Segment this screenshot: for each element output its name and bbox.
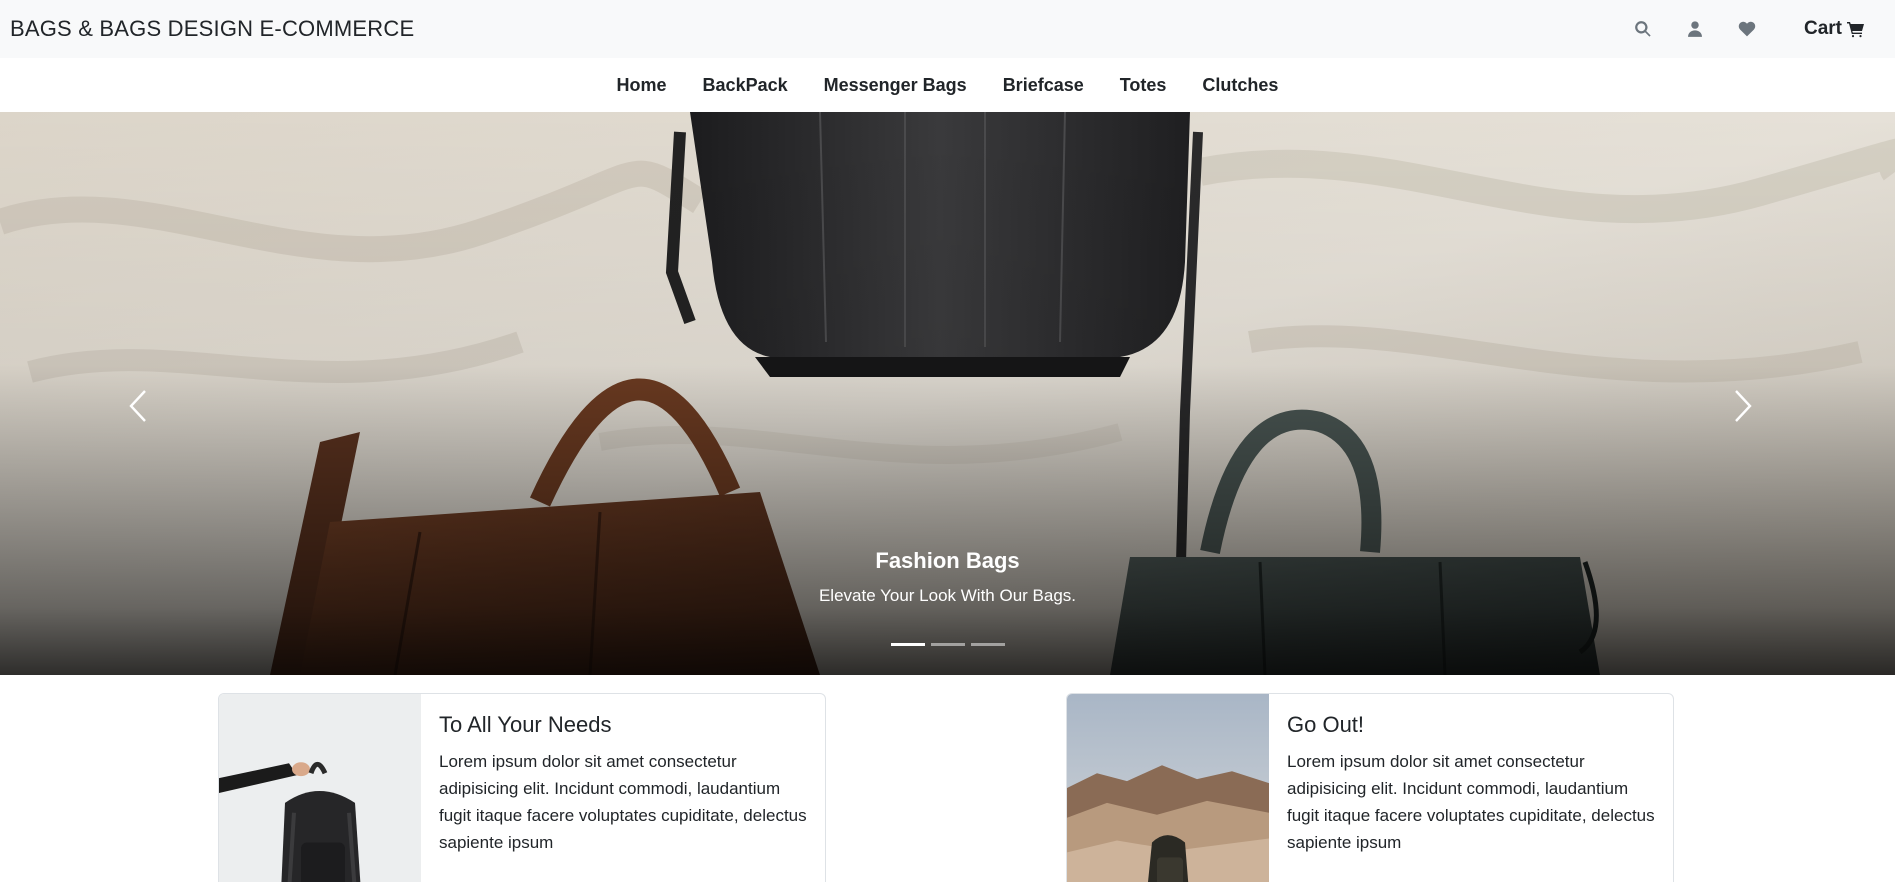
feature-card: To All Your Needs Lorem ipsum dolor sit … bbox=[218, 693, 826, 882]
nav-item-home[interactable]: Home bbox=[617, 75, 667, 96]
card-body: To All Your Needs Lorem ipsum dolor sit … bbox=[421, 694, 825, 882]
cart-icon bbox=[1847, 22, 1864, 38]
carousel-indicators bbox=[0, 643, 1895, 646]
heart-icon[interactable] bbox=[1736, 18, 1758, 40]
brand-logo[interactable]: BAGS & BAGS DESIGN E-COMMERCE bbox=[10, 16, 414, 42]
carousel-indicator-1[interactable] bbox=[890, 643, 925, 646]
cart-button[interactable]: Cart bbox=[1804, 18, 1865, 40]
card-title: To All Your Needs bbox=[439, 712, 612, 737]
user-icon[interactable] bbox=[1684, 18, 1706, 40]
carousel-prev-button[interactable] bbox=[118, 378, 158, 434]
feature-cards: To All Your Needs Lorem ipsum dolor sit … bbox=[0, 675, 1895, 882]
search-icon[interactable] bbox=[1632, 18, 1654, 40]
feature-card: Go Out! Lorem ipsum dolor sit amet conse… bbox=[1066, 693, 1674, 882]
chevron-right-icon bbox=[1735, 390, 1752, 422]
nav-item-clutches[interactable]: Clutches bbox=[1202, 75, 1278, 96]
carousel-caption: Fashion Bags Elevate Your Look With Our … bbox=[0, 548, 1895, 606]
header-actions: Cart bbox=[1632, 18, 1885, 40]
carousel-title: Fashion Bags bbox=[875, 548, 1020, 573]
nav-item-totes[interactable]: Totes bbox=[1120, 75, 1167, 96]
card-text: Lorem ipsum dolor sit amet consectetur a… bbox=[1287, 752, 1655, 852]
nav-item-messenger-bags[interactable]: Messenger Bags bbox=[824, 75, 967, 96]
hero-carousel: Fashion Bags Elevate Your Look With Our … bbox=[0, 112, 1895, 675]
nav-item-backpack[interactable]: BackPack bbox=[703, 75, 788, 96]
cart-label: Cart bbox=[1803, 18, 1842, 39]
card-image-backpack bbox=[219, 694, 421, 882]
nav-item-briefcase[interactable]: Briefcase bbox=[1003, 75, 1084, 96]
carousel-subtitle: Elevate Your Look With Our Bags. bbox=[818, 586, 1077, 605]
card-body: Go Out! Lorem ipsum dolor sit amet conse… bbox=[1269, 694, 1673, 882]
chevron-left-icon bbox=[129, 390, 146, 422]
card-image-desert bbox=[1067, 694, 1269, 882]
card-text: Lorem ipsum dolor sit amet consectetur a… bbox=[439, 752, 807, 852]
category-nav: Home BackPack Messenger Bags Briefcase T… bbox=[0, 58, 1895, 112]
card-title: Go Out! bbox=[1287, 712, 1365, 737]
top-navbar: BAGS & BAGS DESIGN E-COMMERCE Cart bbox=[0, 0, 1895, 58]
carousel-indicator-3[interactable] bbox=[970, 643, 1005, 646]
carousel-indicator-2[interactable] bbox=[930, 643, 965, 646]
carousel-next-button[interactable] bbox=[1723, 378, 1763, 434]
